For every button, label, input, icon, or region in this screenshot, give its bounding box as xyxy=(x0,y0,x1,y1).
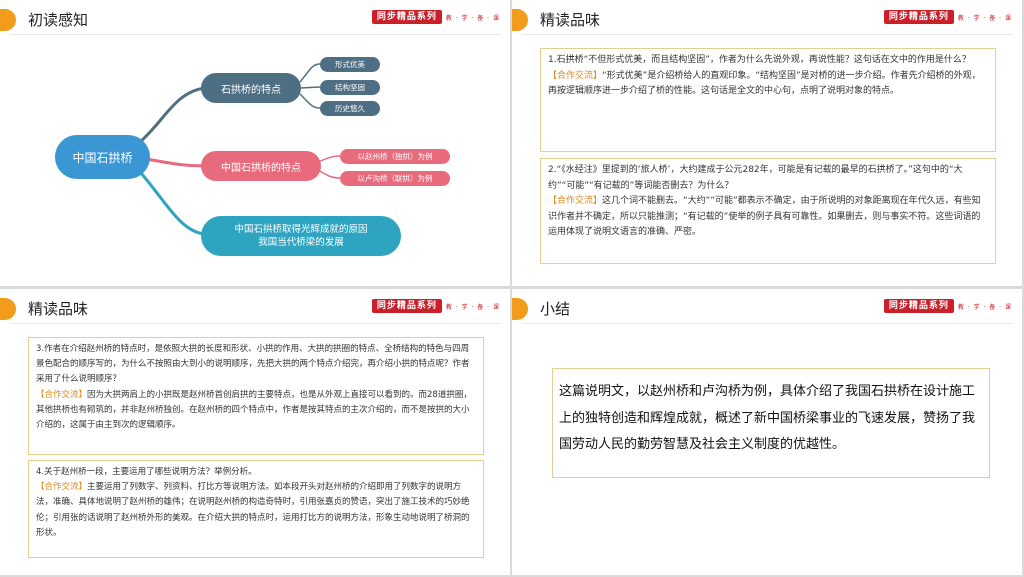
question-card-4: 4.关于赵州桥一段，主要运用了哪些说明方法？举例分析。 【合作交流】主要运用了列… xyxy=(28,460,484,558)
brand-sub: 教 · 学 · 备 · 课 xyxy=(957,303,1012,311)
mindmap-center: 中国石拱桥 xyxy=(55,135,150,179)
slide-title: 精读品味 xyxy=(540,11,601,29)
mindmap-branch-features: 石拱桥的特点 xyxy=(201,73,301,103)
title-tab-marker xyxy=(512,298,528,320)
answer-tag: 【合作交流】 xyxy=(548,70,603,81)
brand-badge: 同步精品系列 教 · 学 · 备 · 课 xyxy=(371,299,500,313)
title-tab-marker xyxy=(512,9,528,31)
answer-tag: 【合作交流】 xyxy=(36,482,88,493)
answer-text: 因为大拱两肩上的小拱既是赵州桥首创肩拱的主要特点，也是从外观上直接可以看到的。而… xyxy=(36,389,472,431)
leaf-long-history: 历史悠久 xyxy=(320,101,380,116)
question-card-1: 1.石拱桥“不但形式优美，而且结构坚固”，作者为什么先说外观，再说性能？这句话在… xyxy=(540,48,996,152)
title-divider xyxy=(10,323,500,324)
leaf-lugou-example: 以卢沟桥（联拱）为例 xyxy=(340,171,450,186)
mindmap-branch-chinese-features: 中国石拱桥的特点 xyxy=(201,151,321,181)
question-text: 3.作者在介绍赵州桥的特点时，是依照大拱的长度和形状、小拱的作用、大拱的拱圈的特… xyxy=(36,344,470,385)
branch-achievements-line1: 中国石拱桥取得光辉成就的原因 xyxy=(234,224,368,235)
answer-text: 这几个词不能删去。“大约”“可能”都表示不确定，由于所说明的对象距离现在年代久远… xyxy=(548,196,981,237)
brand-sub: 教 · 学 · 备 · 课 xyxy=(445,303,500,311)
slide-close-reading-1: 精读品味 同步精品系列 教 · 学 · 备 · 课 1.石拱桥“不但形式优美，而… xyxy=(512,0,1022,286)
answer-text: 主要运用了列数字、列资料、打比方等说明方法。如本段开头对赵州桥的介绍即用了列数字… xyxy=(36,482,470,538)
mindmap-branch-achievements: 中国石拱桥取得光辉成就的原因 我国当代桥梁的发展 xyxy=(201,216,401,256)
brand-badge: 同步精品系列 教 · 学 · 备 · 课 xyxy=(883,299,1012,313)
question-card-3: 3.作者在介绍赵州桥的特点时，是依照大拱的长度和形状、小拱的作用、大拱的拱圈的特… xyxy=(28,337,484,455)
question-text: 1.石拱桥“不但形式优美，而且结构坚固”，作者为什么先说外观，再说性能？这句话在… xyxy=(548,55,971,65)
answer-paragraph: 【合作交流】因为大拱两肩上的小拱既是赵州桥首创肩拱的主要特点，也是从外观上直接可… xyxy=(36,388,476,434)
question-text: 4.关于赵州桥一段，主要运用了哪些说明方法？举例分析。 xyxy=(36,467,257,477)
title-tab-marker xyxy=(0,298,16,320)
brand-badge: 同步精品系列 教 · 学 · 备 · 课 xyxy=(883,10,1012,24)
answer-paragraph: 【合作交流】“形式优美”是介绍桥给人的直观印象。“结构坚固”是对桥的进一步介绍。… xyxy=(548,69,988,100)
answer-paragraph: 【合作交流】主要运用了列数字、列资料、打比方等说明方法。如本段开头对赵州桥的介绍… xyxy=(36,480,476,541)
brand-label: 同步精品系列 xyxy=(883,10,954,24)
slide-title: 小结 xyxy=(540,300,571,318)
brand-label: 同步精品系列 xyxy=(371,299,442,313)
leaf-form-beautiful: 形式优美 xyxy=(320,57,380,72)
slide-close-reading-2: 精读品味 同步精品系列 教 · 学 · 备 · 课 3.作者在介绍赵州桥的特点时… xyxy=(0,289,510,575)
brand-sub: 教 · 学 · 备 · 课 xyxy=(957,14,1012,22)
slide-first-reading: 初读感知 同步精品系列 教 · 学 · 备 · 课 中国石拱桥 石拱桥的特点 中… xyxy=(0,0,510,286)
title-divider xyxy=(522,323,1012,324)
slide-summary: 小结 同步精品系列 教 · 学 · 备 · 课 这篇说明文，以赵州桥和卢沟桥为例… xyxy=(512,289,1022,575)
brand-label: 同步精品系列 xyxy=(883,299,954,313)
slide-title: 精读品味 xyxy=(28,300,89,318)
branch-achievements-line2: 我国当代桥梁的发展 xyxy=(258,237,344,248)
answer-text: “形式优美”是介绍桥给人的直观印象。“结构坚固”是对桥的进一步介绍。作者先介绍桥… xyxy=(548,70,981,97)
leaf-structure-solid: 结构坚固 xyxy=(320,80,380,95)
question-card-2: 2.“《水经注》里提到的‘旅人桥’，大约建成于公元282年，可能是有记载的最早的… xyxy=(540,158,996,264)
leaf-zhaozhou-example: 以赵州桥（独拱）为例 xyxy=(340,149,450,164)
answer-tag: 【合作交流】 xyxy=(548,196,603,206)
answer-tag: 【合作交流】 xyxy=(36,389,88,400)
answer-paragraph: 【合作交流】这几个词不能删去。“大约”“可能”都表示不确定，由于所说明的对象距离… xyxy=(548,194,988,241)
question-text: 2.“《水经注》里提到的‘旅人桥’，大约建成于公元282年，可能是有记载的最早的… xyxy=(548,165,963,191)
title-divider xyxy=(522,34,1012,35)
summary-text: 这篇说明文，以赵州桥和卢沟桥为例，具体介绍了我国石拱桥在设计施工上的独特创造和辉… xyxy=(552,368,990,478)
